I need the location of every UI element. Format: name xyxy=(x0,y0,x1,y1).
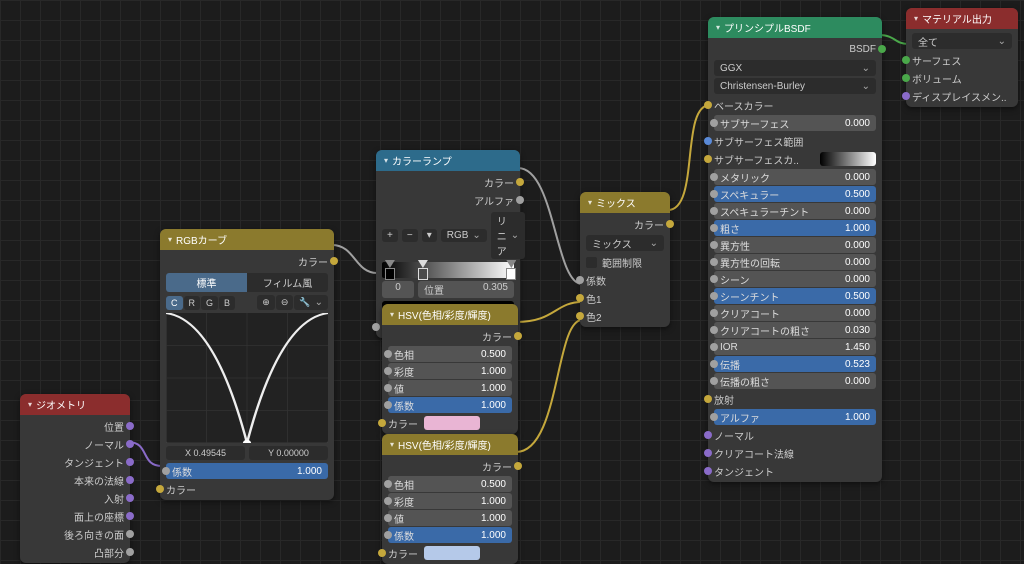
curve-editor[interactable] xyxy=(166,313,328,443)
distribution[interactable]: GGX xyxy=(714,60,876,76)
input-socket[interactable]: ボリューム xyxy=(906,69,1018,87)
param-slider[interactable]: アルファ1.000 xyxy=(714,409,876,425)
input-socket[interactable]: ベースカラー xyxy=(708,96,882,114)
channel-g[interactable]: G xyxy=(201,296,218,310)
param-slider[interactable]: 粗さ1.000 xyxy=(714,220,876,236)
color-mode[interactable]: RGB xyxy=(441,229,487,242)
node-hsv-1[interactable]: HSV(色相/彩度/輝度) カラー 色相0.500 彩度1.000 値1.000… xyxy=(382,304,518,434)
output-socket[interactable]: 凸部分 xyxy=(20,543,130,561)
curve-x[interactable]: X 0.49545 xyxy=(166,446,245,460)
output-socket[interactable]: 本来の法線 xyxy=(20,471,130,489)
param-slider[interactable]: スペキュラー0.500 xyxy=(714,186,876,202)
zoom-out-icon[interactable]: ⊖ xyxy=(276,295,294,310)
param-slider[interactable]: サブサーフェス0.000 xyxy=(714,115,876,131)
fac-slider[interactable]: 係数1.000 xyxy=(166,463,328,479)
param-slider[interactable]: 伝播0.523 xyxy=(714,356,876,372)
node-geometry[interactable]: ジオメトリ 位置ノーマルタンジェント本来の法線入射面上の座標後ろ向きの面凸部分 xyxy=(20,394,130,563)
gradient-bar[interactable] xyxy=(382,262,514,278)
input-socket[interactable]: タンジェント xyxy=(708,462,882,480)
remove-stop-icon[interactable]: − xyxy=(402,229,418,242)
param-slider[interactable]: 伝播の粗さ0.000 xyxy=(714,373,876,389)
color-swatch[interactable] xyxy=(424,416,480,430)
input-socket[interactable]: ノーマル xyxy=(708,426,882,444)
node-header[interactable]: RGBカーブ xyxy=(160,229,334,250)
param-slider[interactable]: 異方性0.000 xyxy=(714,237,876,253)
node-material-output[interactable]: マテリアル出力 全て サーフェスボリュームディスプレイスメン.. xyxy=(906,8,1018,107)
input-socket[interactable]: 放射 xyxy=(708,390,882,408)
channel-r[interactable]: R xyxy=(184,296,201,310)
param-slider[interactable]: スペキュラーチント0.000 xyxy=(714,203,876,219)
param-slider[interactable]: シーンチント0.500 xyxy=(714,288,876,304)
node-hsv-2[interactable]: HSV(色相/彩度/輝度) カラー 色相0.500 彩度1.000 値1.000… xyxy=(382,434,518,564)
stop-position[interactable]: 位置0.305 xyxy=(418,281,514,298)
output-socket[interactable]: 面上の座標 xyxy=(20,507,130,525)
input-socket[interactable]: サブサーフェス範囲 xyxy=(708,132,882,150)
node-header[interactable]: カラーランプ xyxy=(376,150,520,171)
sss-method[interactable]: Christensen-Burley xyxy=(714,78,876,94)
param-slider[interactable]: シーン0.000 xyxy=(714,271,876,287)
output-socket[interactable]: タンジェント xyxy=(20,453,130,471)
node-principled-bsdf[interactable]: プリンシプルBSDF BSDF GGX Christensen-Burley ベ… xyxy=(708,17,882,482)
channel-b[interactable]: B xyxy=(219,296,235,310)
node-header[interactable]: HSV(色相/彩度/輝度) xyxy=(382,304,518,325)
output-socket[interactable]: 後ろ向きの面 xyxy=(20,525,130,543)
node-mix[interactable]: ミックス カラー ミックス 範囲制限 係数 色1 色2 xyxy=(580,192,670,327)
node-header[interactable]: ミックス xyxy=(580,192,670,213)
param-slider[interactable]: 異方性の回転0.000 xyxy=(714,254,876,270)
channel-c[interactable]: C xyxy=(166,296,183,310)
input-socket[interactable]: クリアコート法線 xyxy=(708,444,882,462)
tools-icon[interactable]: 🔧 xyxy=(294,295,328,310)
stop-index[interactable]: 0 xyxy=(382,281,414,298)
curve-y[interactable]: Y 0.00000 xyxy=(249,446,328,460)
output-socket[interactable]: 入射 xyxy=(20,489,130,507)
output-socket[interactable]: 位置 xyxy=(20,417,130,435)
param-slider[interactable]: クリアコート0.000 xyxy=(714,305,876,321)
input-socket[interactable]: ディスプレイスメン.. xyxy=(906,87,1018,105)
node-rgb-curve[interactable]: RGBカーブ カラー 標準 フィルム風 CRGB ⊕ ⊖ 🔧 xyxy=(160,229,334,500)
add-stop-icon[interactable]: + xyxy=(382,229,398,242)
tab-film[interactable]: フィルム風 xyxy=(247,273,328,292)
clamp-checkbox[interactable] xyxy=(586,257,597,268)
blend-mode[interactable]: ミックス xyxy=(586,235,664,251)
param-slider[interactable]: メタリック0.000 xyxy=(714,169,876,185)
color-input[interactable]: サブサーフェスカ.. xyxy=(708,150,882,168)
interp-mode[interactable]: リニア xyxy=(491,212,525,259)
param-slider[interactable]: IOR1.450 xyxy=(714,339,876,355)
curve-tabs[interactable]: 標準 フィルム風 xyxy=(166,273,328,292)
node-header[interactable]: HSV(色相/彩度/輝度) xyxy=(382,434,518,455)
zoom-in-icon[interactable]: ⊕ xyxy=(257,295,275,310)
param-slider[interactable]: クリアコートの粗さ0.030 xyxy=(714,322,876,338)
node-header[interactable]: マテリアル出力 xyxy=(906,8,1018,29)
node-header[interactable]: プリンシプルBSDF xyxy=(708,17,882,38)
tab-standard[interactable]: 標準 xyxy=(166,273,247,292)
output-socket[interactable]: ノーマル xyxy=(20,435,130,453)
color-swatch[interactable] xyxy=(424,546,480,560)
flip-icon[interactable]: ▾ xyxy=(422,229,437,242)
target[interactable]: 全て xyxy=(912,33,1012,49)
node-header[interactable]: ジオメトリ xyxy=(20,394,130,415)
input-socket[interactable]: サーフェス xyxy=(906,51,1018,69)
